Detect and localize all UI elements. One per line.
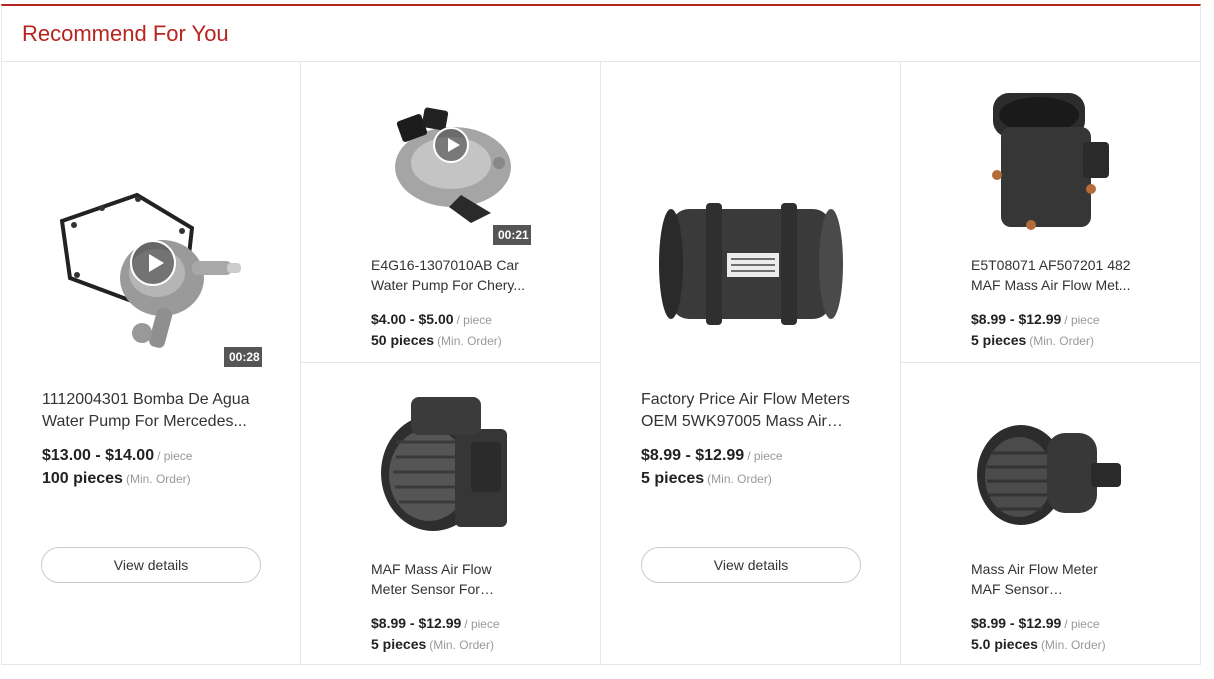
product-title[interactable]: Mass Air Flow Meter MAF Sensor 028100250… <box>971 559 1131 599</box>
min-order: 5.0 pieces (Min. Order) <box>971 636 1106 652</box>
section-title: Recommend For You <box>22 21 229 46</box>
video-duration: 00:28 <box>224 347 262 367</box>
product-price: $4.00 - $5.00/ piece <box>371 311 492 327</box>
price-unit: / piece <box>747 449 783 463</box>
min-order: 5 pieces (Min. Order) <box>971 332 1094 348</box>
water-pump-gasket-image[interactable]: 00:28 <box>42 183 262 373</box>
price-unit: / piece <box>464 617 500 631</box>
min-order-label: (Min. Order) <box>429 638 494 652</box>
product-title[interactable]: E5T08071 AF507201 482 MAF Mass Air Flow … <box>971 255 1131 295</box>
panel-header: Recommend For You <box>2 6 1200 62</box>
product-price: $8.99 - $12.99/ piece <box>971 615 1100 631</box>
min-order-label: (Min. Order) <box>437 334 502 348</box>
product-card[interactable]: Mass Air Flow Meter MAF Sensor 028100250… <box>901 363 1200 665</box>
maf-meter-image[interactable] <box>971 403 1131 543</box>
water-pump-image[interactable]: 00:21 <box>371 85 531 245</box>
product-title[interactable]: 1112004301 Bomba De Agua Water Pump For … <box>42 389 262 433</box>
maf-sensor-image[interactable] <box>371 387 531 542</box>
price-unit: / piece <box>157 449 193 463</box>
price-unit: / piece <box>1064 617 1100 631</box>
min-order-label: (Min. Order) <box>1029 334 1094 348</box>
maf-housing-image[interactable] <box>971 87 1131 242</box>
product-card[interactable]: 00:28 1112004301 Bomba De Agua Water Pum… <box>2 63 300 665</box>
product-price: $8.99 - $12.99/ piece <box>971 311 1100 327</box>
price-unit: / piece <box>1064 313 1100 327</box>
min-order: 50 pieces (Min. Order) <box>371 332 502 348</box>
min-order-label: (Min. Order) <box>707 472 772 486</box>
min-order-label: (Min. Order) <box>1040 638 1106 652</box>
product-card[interactable]: 00:21 E4G16-1307010AB Car Water Pump For… <box>301 63 600 362</box>
product-price: $8.99 - $12.99/ piece <box>371 615 500 631</box>
product-card[interactable]: MAF Mass Air Flow Meter Sensor For Hyund… <box>301 363 600 665</box>
video-duration: 00:21 <box>493 225 531 245</box>
play-icon[interactable] <box>130 240 176 286</box>
air-flow-meter-tube-image[interactable] <box>641 183 861 343</box>
product-title[interactable]: E4G16-1307010AB Car Water Pump For Chery… <box>371 255 531 295</box>
min-order: 5 pieces (Min. Order) <box>641 470 772 487</box>
min-order: 100 pieces (Min. Order) <box>42 470 191 487</box>
min-order: 5 pieces (Min. Order) <box>371 636 494 652</box>
view-details-button[interactable]: View details <box>641 547 861 583</box>
product-title[interactable]: MAF Mass Air Flow Meter Sensor For Hyund… <box>371 559 531 599</box>
price-unit: / piece <box>456 313 492 327</box>
view-details-button[interactable]: View details <box>41 547 261 583</box>
recommend-panel: Recommend For You 00:28 1112004301 Bomba… <box>1 4 1201 665</box>
product-card[interactable]: E5T08071 AF507201 482 MAF Mass Air Flow … <box>901 63 1200 362</box>
product-price: $8.99 - $12.99/ piece <box>641 447 783 464</box>
product-card[interactable]: Factory Price Air Flow Meters OEM 5WK970… <box>601 63 900 665</box>
product-price: $13.00 - $14.00/ piece <box>42 447 193 464</box>
product-title[interactable]: Factory Price Air Flow Meters OEM 5WK970… <box>641 389 861 433</box>
play-icon[interactable] <box>433 127 469 163</box>
min-order-label: (Min. Order) <box>125 472 191 486</box>
